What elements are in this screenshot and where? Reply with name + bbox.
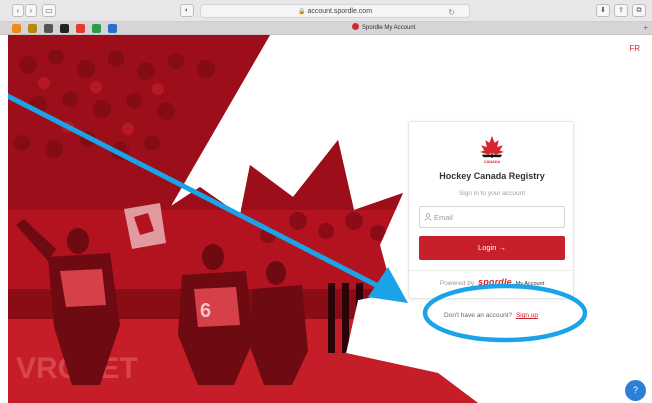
favorite-icon[interactable] xyxy=(108,24,117,33)
page-content: VROLET stion GATC 6 xyxy=(0,35,652,403)
favorite-icon[interactable] xyxy=(76,24,85,33)
favorite-icon[interactable] xyxy=(12,24,21,33)
login-card: CANADA Hockey Canada Registry Sign in to… xyxy=(408,121,574,299)
hockey-canada-logo: CANADA xyxy=(480,135,504,164)
spordle-favicon xyxy=(352,23,359,30)
page-title: Hockey Canada Registry xyxy=(439,171,545,181)
chevron-left-icon[interactable]: ‹ xyxy=(12,4,24,17)
tab-title: Spordle My Account xyxy=(362,25,416,31)
email-field[interactable] xyxy=(434,207,562,227)
svg-text:CANADA: CANADA xyxy=(484,160,501,164)
language-toggle[interactable]: FR xyxy=(629,44,640,53)
help-button[interactable]: ? xyxy=(625,380,646,401)
svg-text:GATC: GATC xyxy=(358,325,419,350)
privacy-shield-icon[interactable]: ◐ xyxy=(180,4,194,17)
address-bar[interactable]: 🔒 account.spordle.com ↻ xyxy=(200,4,470,18)
favorite-icon[interactable] xyxy=(44,24,53,33)
favorite-icon[interactable] xyxy=(60,24,69,33)
active-tab[interactable]: Spordle My Account xyxy=(352,23,415,34)
referee xyxy=(328,283,363,353)
annotation-circle xyxy=(422,283,588,343)
favorite-icon[interactable] xyxy=(28,24,37,33)
divider xyxy=(409,270,573,271)
lock-icon: 🔒 xyxy=(297,9,306,15)
email-field-wrapper xyxy=(419,206,565,228)
reload-icon[interactable]: ↻ xyxy=(448,6,455,19)
sidebar-icon[interactable]: ▭ xyxy=(42,4,56,17)
tabs-overview-icon[interactable]: ⧉ xyxy=(632,4,646,17)
share-icon[interactable]: ⇪ xyxy=(614,4,628,17)
download-icon[interactable]: ⬇ xyxy=(596,4,610,17)
browser-toolbar: ‹ › ▭ ◐ 🔒 account.spordle.com ↻ ⬇ ⇪ ⧉ xyxy=(0,0,652,22)
screen: ‹ › ▭ ◐ 🔒 account.spordle.com ↻ ⬇ ⇪ ⧉ Spo… xyxy=(0,0,652,403)
chevron-right-icon[interactable]: › xyxy=(25,4,37,17)
new-tab-icon[interactable]: + xyxy=(643,22,648,34)
svg-text:6: 6 xyxy=(200,300,211,322)
tab-bar: Spordle My Account + xyxy=(0,22,652,35)
favorite-icon[interactable] xyxy=(92,24,101,33)
login-button[interactable]: Login → xyxy=(419,236,565,260)
url-text: account.spordle.com xyxy=(307,8,373,15)
user-icon xyxy=(424,213,432,221)
page-subtitle: Sign in to your account xyxy=(458,190,526,197)
